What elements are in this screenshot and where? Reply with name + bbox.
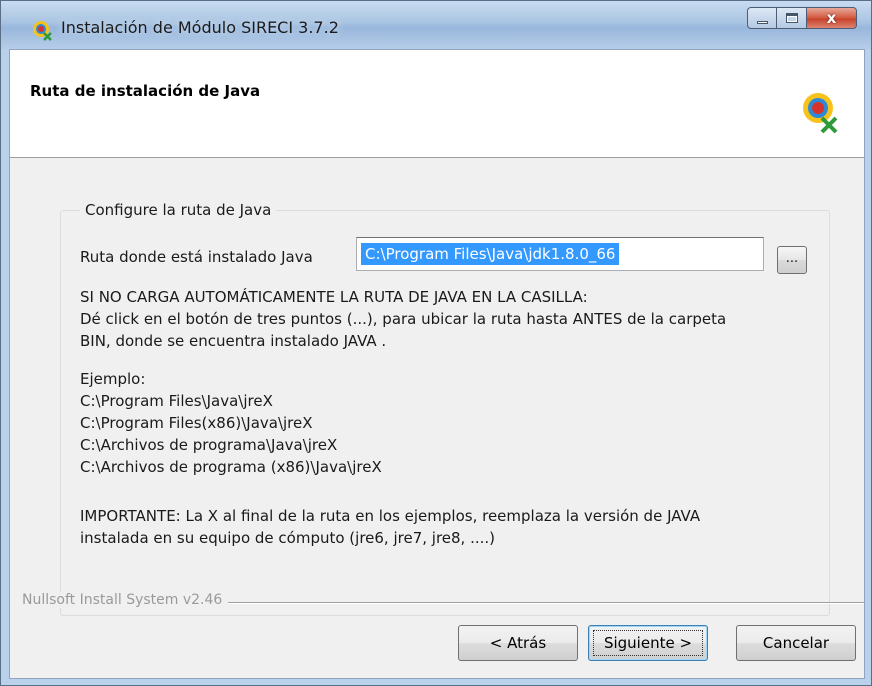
important-note-text: IMPORTANTE: La X al final de la ruta en … <box>80 507 701 547</box>
next-button[interactable]: Siguiente > <box>588 625 708 661</box>
maximize-button[interactable] <box>777 7 807 29</box>
maximize-icon <box>785 13 798 23</box>
close-icon: x <box>826 9 837 27</box>
java-path-label: Ruta donde está instalado Java <box>80 248 313 266</box>
installer-window: Instalación de Módulo SIRECI 3.7.2 x Rut… <box>0 0 872 686</box>
page-header: Ruta de instalación de Java <box>10 50 864 158</box>
close-button[interactable]: x <box>807 7 857 29</box>
group-caption: Configure la ruta de Java <box>80 201 277 219</box>
dialog-client-area: Ruta de instalación de Java Configure la… <box>9 49 865 679</box>
minimize-button[interactable] <box>747 7 777 29</box>
sireci-logo-icon <box>803 93 838 134</box>
caption-buttons: x <box>747 7 857 29</box>
back-button[interactable]: < Atrás <box>458 625 578 661</box>
instructions-text: SI NO CARGA AUTOMÁTICAMENTE LA RUTA DE J… <box>80 288 727 350</box>
java-path-value: C:\Program Files\Java\jdk1.8.0_66 <box>361 243 620 265</box>
title-bar[interactable]: Instalación de Módulo SIRECI 3.7.2 x <box>1 1 871 49</box>
sireci-app-icon <box>33 21 52 41</box>
minimize-icon <box>756 20 768 24</box>
java-path-input[interactable]: C:\Program Files\Java\jdk1.8.0_66 <box>356 237 764 271</box>
cancel-button[interactable]: Cancelar <box>736 625 856 661</box>
nsis-branding: Nullsoft Install System v2.46 <box>22 592 229 608</box>
window-title: Instalación de Módulo SIRECI 3.7.2 <box>61 18 339 37</box>
focus-rect <box>593 630 703 656</box>
browse-button[interactable]: ... <box>777 246 807 274</box>
page-title: Ruta de instalación de Java <box>30 82 261 100</box>
examples-text: Ejemplo: C:\Program Files\Java\jreX C:\P… <box>80 370 382 476</box>
